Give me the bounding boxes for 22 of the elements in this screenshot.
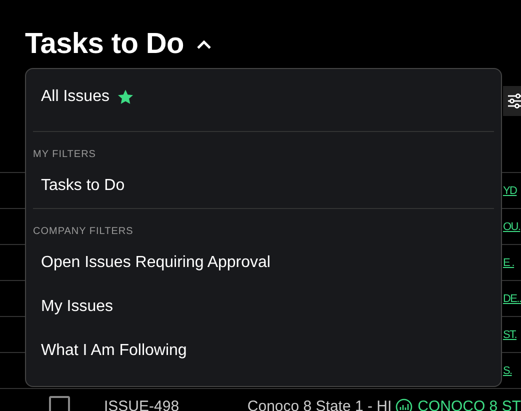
menu-item[interactable]: All Issues <box>33 77 494 117</box>
menu-item[interactable]: Open Issues Requiring Approval <box>33 241 494 285</box>
filter-button[interactable] <box>503 86 521 116</box>
link[interactable]: S. <box>503 364 512 376</box>
chart-icon <box>394 398 413 411</box>
link[interactable]: OU. <box>503 220 520 232</box>
link[interactable]: DE.. <box>503 292 521 304</box>
issue-name: Conoco 8 State 1 - HI <box>247 398 392 411</box>
menu-item[interactable]: Tasks to Do <box>33 164 494 208</box>
menu-item[interactable]: My Issues <box>33 285 494 329</box>
link[interactable]: E . <box>503 256 514 268</box>
section-header: MY FILTERS <box>33 148 97 162</box>
sliders-icon <box>507 93 521 109</box>
caret-icon[interactable] <box>196 39 212 49</box>
issue-id: ISSUE-498 <box>104 398 180 411</box>
checkbox[interactable] <box>49 396 70 411</box>
link[interactable]: YD <box>503 184 517 196</box>
section-header: COMPANY FILTERS <box>33 225 134 239</box>
page-title[interactable]: Tasks to Do <box>25 28 184 60</box>
link[interactable]: CONOCO 8 ST <box>418 398 521 411</box>
link[interactable]: ST. <box>503 328 516 340</box>
menu-item[interactable]: What I Am Following <box>33 329 494 373</box>
